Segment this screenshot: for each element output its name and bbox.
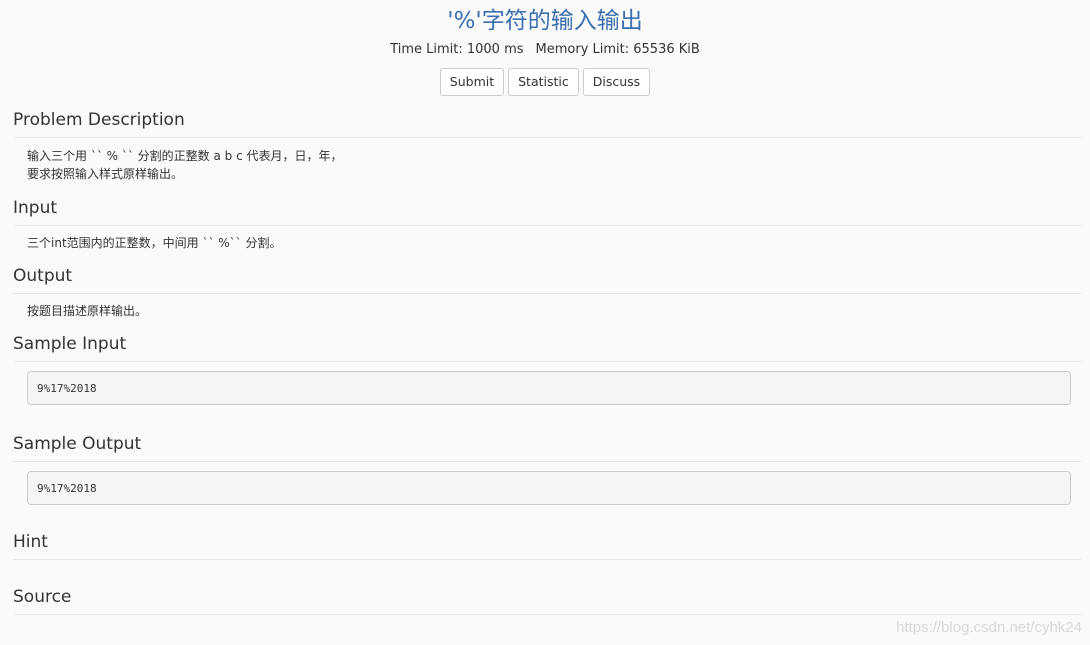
problem-header: '%'字符的输入输出 Time Limit: 1000 ms Memory Lim… xyxy=(0,0,1090,96)
section-hint: Hint xyxy=(0,531,1090,560)
section-problem-description: Problem Description 输入三个用 `` % `` 分割的正整数… xyxy=(0,109,1090,183)
sample-output-code: 9%17%2018 xyxy=(27,471,1071,505)
discuss-button[interactable]: Discuss xyxy=(582,68,651,96)
description-line-1: 输入三个用 `` % `` 分割的正整数 a b c 代表月，日，年， xyxy=(27,149,343,163)
watermark: https://blog.csdn.net/cyhk24 xyxy=(896,619,1082,636)
section-source: Source xyxy=(0,586,1090,615)
section-heading-input: Input xyxy=(13,197,1081,226)
section-heading-sample-output: Sample Output xyxy=(13,433,1081,462)
section-sample-input: Sample Input 9%17%2018 xyxy=(0,333,1090,405)
page-title: '%'字符的输入输出 xyxy=(447,8,643,34)
section-heading-source: Source xyxy=(13,586,1081,615)
input-text: 三个int范围内的正整数，中间用 `` %`` 分割。 xyxy=(27,236,282,250)
limits-line: Time Limit: 1000 ms Memory Limit: 65536 K… xyxy=(0,42,1090,58)
sample-input-code: 9%17%2018 xyxy=(27,371,1071,405)
section-heading-sample-input: Sample Input xyxy=(13,333,1081,362)
submit-button[interactable]: Submit xyxy=(439,68,505,96)
section-heading-description: Problem Description xyxy=(13,109,1081,138)
time-limit: Time Limit: 1000 ms xyxy=(390,42,524,57)
section-output: Output 按题目描述原样输出。 xyxy=(0,265,1090,320)
description-line-2: 要求按照输入样式原样输出。 xyxy=(27,167,184,181)
action-buttons: Submit Statistic Discuss xyxy=(0,68,1090,96)
section-input: Input 三个int范围内的正整数，中间用 `` %`` 分割。 xyxy=(0,197,1090,252)
section-heading-hint: Hint xyxy=(13,531,1081,560)
memory-limit: Memory Limit: 65536 KiB xyxy=(535,42,700,57)
output-text: 按题目描述原样输出。 xyxy=(27,304,148,318)
description-text: 输入三个用 `` % `` 分割的正整数 a b c 代表月，日，年， 要求按照… xyxy=(13,138,1081,183)
section-heading-output: Output xyxy=(13,265,1081,294)
statistic-button[interactable]: Statistic xyxy=(508,68,579,96)
section-sample-output: Sample Output 9%17%2018 xyxy=(0,433,1090,505)
